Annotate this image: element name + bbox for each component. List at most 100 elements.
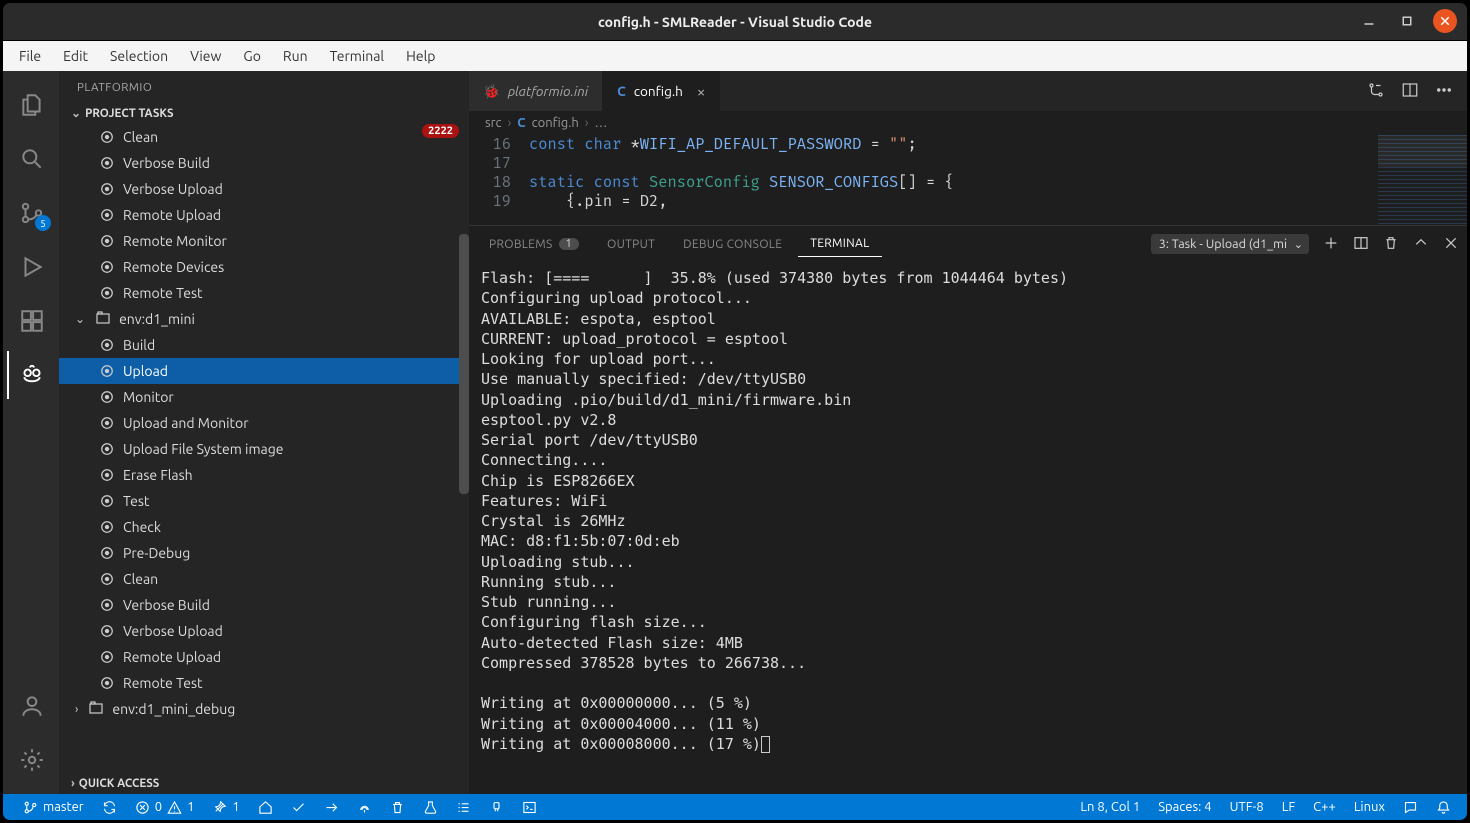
explorer-icon[interactable]	[7, 81, 55, 129]
pio-terminal-icon[interactable]	[514, 800, 545, 815]
indentation[interactable]: Spaces: 4	[1150, 800, 1219, 814]
task-row[interactable]: Test	[59, 488, 469, 514]
os-indicator[interactable]: Linux	[1346, 800, 1393, 814]
tab-config-h[interactable]: Cconfig.h×	[603, 71, 720, 111]
chevron-down-icon: ⌄	[75, 312, 85, 326]
menu-go[interactable]: Go	[233, 44, 270, 68]
search-icon[interactable]	[7, 135, 55, 183]
panel-tab-output[interactable]: OUTPUT	[595, 232, 667, 257]
compare-changes-icon[interactable]	[1367, 81, 1385, 102]
pio-serial-icon[interactable]	[481, 800, 512, 815]
pio-test-icon[interactable]	[415, 800, 446, 815]
encoding[interactable]: UTF-8	[1222, 800, 1272, 814]
scrollbar-thumb[interactable]	[459, 234, 469, 494]
scm-badge: 5	[35, 215, 51, 231]
panel-tab-debug-console[interactable]: DEBUG CONSOLE	[671, 232, 794, 257]
problems-status[interactable]: 0 1	[127, 800, 203, 815]
maximize-button[interactable]	[1395, 9, 1419, 33]
task-row[interactable]: Clean	[59, 566, 469, 592]
extensions-icon[interactable]	[7, 297, 55, 345]
code-editor[interactable]: 16171819 const char *WIFI_AP_DEFAULT_PAS…	[469, 135, 1467, 225]
menu-terminal[interactable]: Terminal	[320, 44, 395, 68]
run-debug-icon[interactable]	[7, 243, 55, 291]
task-row[interactable]: Remote Upload	[59, 202, 469, 228]
git-branch[interactable]: master	[15, 800, 92, 815]
close-button[interactable]	[1433, 9, 1457, 33]
section-quick-access[interactable]: › QUICK ACCESS	[59, 773, 469, 794]
menu-view[interactable]: View	[180, 44, 231, 68]
task-row[interactable]: Upload File System image	[59, 436, 469, 462]
eol[interactable]: LF	[1274, 800, 1303, 814]
activity-bar: 5	[3, 71, 59, 794]
task-row[interactable]: Build	[59, 332, 469, 358]
run-task-icon	[99, 415, 115, 431]
kill-terminal-icon[interactable]	[1383, 235, 1399, 254]
chevron-right-icon: ›	[75, 703, 78, 716]
split-editor-icon[interactable]	[1401, 81, 1419, 102]
task-row[interactable]: Verbose Upload	[59, 176, 469, 202]
maximize-panel-icon[interactable]	[1413, 235, 1429, 254]
panel-tab-problems[interactable]: PROBLEMS1	[477, 232, 591, 257]
platformio-icon[interactable]	[7, 351, 55, 399]
feedback-icon[interactable]	[1395, 800, 1426, 815]
panel-tab-terminal[interactable]: TERMINAL	[798, 231, 881, 257]
env-d1-mini-debug[interactable]: ›env:d1_mini_debug	[59, 696, 469, 722]
section-project-tasks[interactable]: ⌄ PROJECT TASKS	[59, 102, 469, 124]
c-file-icon: C	[517, 116, 525, 130]
menu-run[interactable]: Run	[273, 44, 318, 68]
close-tab-icon[interactable]: ×	[697, 83, 705, 100]
project-task-tree[interactable]: 2222CleanVerbose BuildVerbose UploadRemo…	[59, 124, 469, 773]
run-task-icon	[99, 597, 115, 613]
minimap[interactable]	[1377, 135, 1467, 225]
task-row[interactable]: Remote Test	[59, 280, 469, 306]
run-task-icon	[99, 545, 115, 561]
task-row[interactable]: Remote Upload	[59, 644, 469, 670]
terminal-selector[interactable]: 3: Task - Upload (d1_mi ⌄	[1151, 234, 1309, 254]
run-task-icon	[99, 285, 115, 301]
source-control-icon[interactable]: 5	[7, 189, 55, 237]
menu-help[interactable]: Help	[396, 44, 445, 68]
task-row[interactable]: Pre-Debug	[59, 540, 469, 566]
task-row[interactable]: Erase Flash	[59, 462, 469, 488]
notifications-icon[interactable]	[1428, 800, 1459, 815]
pio-build-icon[interactable]	[283, 800, 314, 815]
pio-clean-icon[interactable]	[382, 800, 413, 815]
bottom-panel: PROBLEMS1OUTPUTDEBUG CONSOLETERMINAL 3: …	[469, 225, 1467, 794]
pio-home-icon[interactable]	[250, 800, 281, 815]
task-row[interactable]: Upload	[59, 358, 469, 384]
terminal-output[interactable]: Flash: [==== ] 35.8% (used 374380 bytes …	[469, 262, 1467, 794]
accounts-icon[interactable]	[7, 682, 55, 730]
env-d1-mini[interactable]: ⌄env:d1_mini	[59, 306, 469, 332]
tool-status[interactable]: 1	[204, 800, 247, 815]
close-panel-icon[interactable]	[1443, 235, 1459, 254]
split-terminal-icon[interactable]	[1353, 235, 1369, 254]
window-title: config.h - SMLReader - Visual Studio Cod…	[598, 14, 872, 30]
task-row[interactable]: Upload and Monitor	[59, 410, 469, 436]
run-task-icon	[99, 441, 115, 457]
task-row[interactable]: Verbose Upload	[59, 618, 469, 644]
task-row[interactable]: Monitor	[59, 384, 469, 410]
sync-icon[interactable]	[94, 800, 125, 815]
menu-file[interactable]: File	[9, 44, 51, 68]
pio-remote-icon[interactable]	[349, 800, 380, 815]
task-row[interactable]: Verbose Build	[59, 592, 469, 618]
pio-tasks-icon[interactable]	[448, 800, 479, 815]
breadcrumb[interactable]: src › C config.h › …	[469, 111, 1467, 135]
language-mode[interactable]: C++	[1305, 800, 1344, 814]
settings-gear-icon[interactable]	[7, 736, 55, 784]
error-count-badge[interactable]: 2222	[422, 124, 459, 138]
tab-platformio-ini[interactable]: 🐞platformio.ini	[469, 71, 603, 111]
task-row[interactable]: Remote Test	[59, 670, 469, 696]
cursor-position[interactable]: Ln 8, Col 1	[1072, 800, 1148, 814]
task-row[interactable]: Check	[59, 514, 469, 540]
new-terminal-icon[interactable]	[1323, 235, 1339, 254]
task-row[interactable]: Verbose Build	[59, 150, 469, 176]
minimize-button[interactable]	[1357, 9, 1381, 33]
pio-upload-icon[interactable]	[316, 800, 347, 815]
menu-selection[interactable]: Selection	[100, 44, 178, 68]
task-row[interactable]: Remote Devices	[59, 254, 469, 280]
more-actions-icon[interactable]	[1435, 81, 1453, 102]
menu-edit[interactable]: Edit	[53, 44, 98, 68]
run-task-icon	[99, 623, 115, 639]
task-row[interactable]: Remote Monitor	[59, 228, 469, 254]
